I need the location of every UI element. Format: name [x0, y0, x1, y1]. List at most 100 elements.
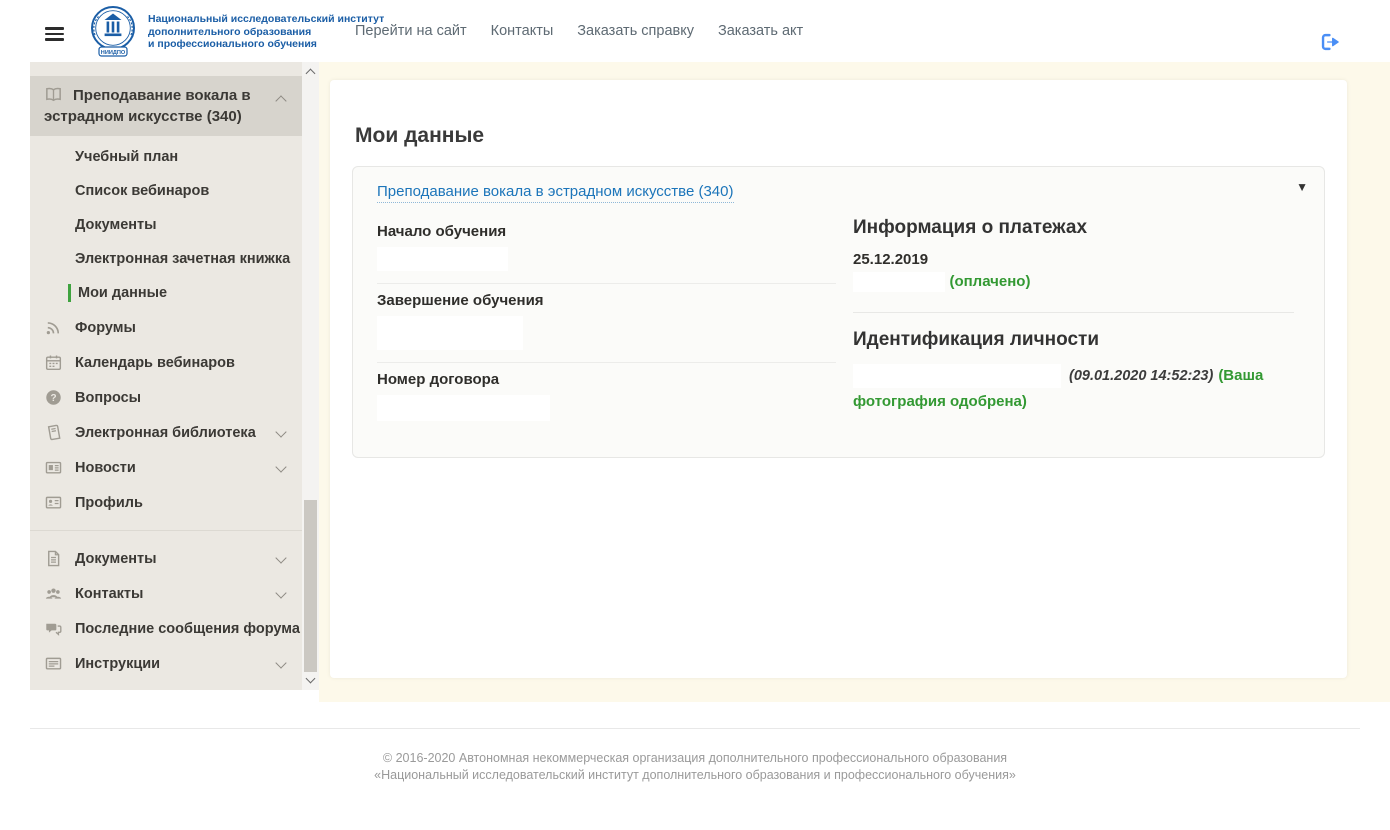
- institute-logo[interactable]: НИИДПО Национальный исследовательский ин…: [86, 4, 384, 60]
- main-content-area: Мои данные ▼ Преподавание вокала в эстра…: [319, 62, 1390, 702]
- sidebar-item-curriculum[interactable]: Учебный план: [30, 140, 302, 174]
- scroll-up-arrow-icon[interactable]: [305, 68, 316, 79]
- sidebar-item-instructions[interactable]: Инструкции: [30, 646, 302, 681]
- footer-institute-line: «Национальный исследовательский институт…: [374, 768, 1016, 782]
- sidebar-item-label: Новости: [75, 459, 136, 476]
- program-data-card: ▼ Преподавание вокала в эстрадном искусс…: [352, 166, 1325, 458]
- chevron-down-icon: [275, 587, 287, 599]
- chevron-down-icon: [275, 426, 287, 438]
- calendar-icon: [45, 355, 62, 371]
- nav-contacts[interactable]: Контакты: [491, 23, 554, 39]
- sidebar-item-webinar-list[interactable]: Список вебинаров: [30, 174, 302, 208]
- content-panel: Мои данные ▼ Преподавание вокала в эстра…: [330, 80, 1347, 678]
- library-book-icon: [47, 424, 61, 441]
- field-value-redacted: [377, 247, 508, 271]
- field-contract-number: Номер договора: [377, 363, 836, 433]
- sidebar-item-label: Форумы: [75, 319, 136, 336]
- payments-heading: Информация о платежах: [853, 217, 1088, 238]
- sidebar-item-label: Преподавание вокала в эстрадном искусств…: [44, 87, 251, 125]
- identity-timestamp: (09.01.2020 14:52:23): [1069, 368, 1214, 384]
- seal-text: НИИДПО: [101, 50, 126, 56]
- sidebar-item-news[interactable]: Новости: [30, 450, 302, 485]
- file-icon: [48, 550, 60, 567]
- sidebar-item-label: Список вебинаров: [75, 183, 210, 199]
- sidebar-item-label: Инструкции: [75, 655, 161, 672]
- chevron-down-icon: [275, 657, 287, 669]
- sidebar-scrollbar[interactable]: [302, 62, 319, 690]
- page-title: Мои данные: [355, 124, 485, 147]
- sidebar-item-latest-forum-posts[interactable]: Последние сообщения форума: [30, 611, 302, 646]
- sidebar-item-label: Документы: [75, 217, 157, 233]
- chevron-up-icon: [275, 95, 287, 107]
- program-link[interactable]: Преподавание вокала в эстрадном искусств…: [377, 183, 734, 203]
- payment-row: (оплачено): [853, 272, 1294, 292]
- sidebar-item-label: Профиль: [75, 494, 143, 511]
- sidebar-item-label: Электронная зачетная книжка: [75, 251, 291, 267]
- logout-icon[interactable]: [1318, 31, 1340, 53]
- sidebar-item-profile[interactable]: Профиль: [30, 485, 302, 520]
- sidebar-item-webinar-calendar[interactable]: Календарь вебинаров: [30, 345, 302, 380]
- top-navigation: Перейти на сайт Контакты Заказать справк…: [355, 0, 803, 62]
- forum-waves-icon: [46, 322, 60, 335]
- question-icon: ?: [46, 390, 61, 405]
- payment-amount-redacted: [853, 272, 945, 292]
- open-book-icon: [46, 87, 61, 102]
- instructions-list-icon: [45, 657, 62, 670]
- field-label: Завершение обучения: [377, 292, 544, 309]
- sidebar-item-documents[interactable]: Документы: [30, 208, 302, 242]
- chevron-down-icon: [275, 461, 287, 473]
- sidebar-item-forums[interactable]: Форумы: [30, 310, 302, 345]
- footer-copyright-line: © 2016-2020 Автономная некоммерческая ор…: [382, 751, 1008, 765]
- identity-name-redacted: [853, 364, 1061, 389]
- sidebar-item-label: Документы: [75, 550, 157, 567]
- hamburger-menu-icon[interactable]: [45, 27, 64, 41]
- sidebar-item-label: Мои данные: [78, 285, 168, 301]
- institute-name: Национальный исследовательский институт …: [148, 13, 385, 50]
- sidebar-item-label: Контакты: [75, 585, 144, 602]
- field-label: Номер договора: [377, 371, 500, 388]
- collapse-caret-icon[interactable]: ▼: [1296, 180, 1308, 194]
- sidebar-item-course[interactable]: Преподавание вокала в эстрадном искусств…: [30, 76, 302, 136]
- field-value-redacted: [377, 316, 523, 350]
- sidebar-item-contacts[interactable]: Контакты: [30, 576, 302, 611]
- identity-heading: Идентификация личности: [853, 329, 1100, 350]
- payment-status: (оплачено): [949, 273, 1031, 291]
- card-divider: [853, 312, 1294, 313]
- institute-seal-icon: НИИДПО: [91, 6, 135, 57]
- sidebar-divider: [30, 530, 302, 531]
- sidebar-item-my-data[interactable]: Мои данные: [30, 276, 302, 310]
- chevron-down-icon: [275, 552, 287, 564]
- field-value-redacted: [377, 395, 550, 421]
- footer-divider: [30, 728, 1360, 729]
- scrollbar-thumb[interactable]: [304, 500, 317, 672]
- sidebar-item-label: Вопросы: [75, 389, 142, 406]
- nav-order-act[interactable]: Заказать акт: [718, 23, 803, 39]
- people-group-icon: [45, 588, 62, 599]
- id-card-icon: [45, 496, 62, 509]
- nav-go-to-site[interactable]: Перейти на сайт: [355, 23, 467, 39]
- sidebar-item-documents-section[interactable]: Документы: [30, 541, 302, 576]
- card-columns: Начало обучения Завершение обучения Номе…: [377, 215, 1304, 433]
- study-fields-column: Начало обучения Завершение обучения Номе…: [377, 215, 853, 433]
- sidebar-item-label: Последние сообщения форума: [75, 620, 300, 637]
- top-header: НИИДПО Национальный исследовательский ин…: [0, 0, 1390, 62]
- sidebar-item-elibrary[interactable]: Электронная библиотека: [30, 415, 302, 450]
- sidebar-item-questions[interactable]: ? Вопросы: [30, 380, 302, 415]
- chat-bubbles-icon: [46, 623, 62, 636]
- scroll-down-arrow-icon[interactable]: [305, 673, 316, 684]
- field-label: Начало обучения: [377, 223, 507, 240]
- nav-order-certificate[interactable]: Заказать справку: [577, 23, 694, 39]
- sidebar-item-label: Календарь вебинаров: [75, 354, 235, 371]
- footer: © 2016-2020 Автономная некоммерческая ор…: [0, 750, 1390, 784]
- svg-text:?: ?: [50, 393, 56, 404]
- course-submenu: Учебный план Список вебинаров Документы …: [30, 136, 302, 310]
- status-column: Информация о платежах 25.12.2019 (оплаче…: [853, 215, 1304, 433]
- sidebar-item-gradebook[interactable]: Электронная зачетная книжка: [30, 242, 302, 276]
- sidebar-item-label: Учебный план: [75, 149, 179, 165]
- identity-row: (09.01.2020 14:52:23) (Ваша фотография од…: [853, 363, 1294, 415]
- field-study-start: Начало обучения: [377, 215, 836, 284]
- payment-date: 25.12.2019: [853, 251, 929, 268]
- sidebar: Преподавание вокала в эстрадном искусств…: [30, 62, 302, 690]
- sidebar-item-label: Электронная библиотека: [75, 424, 256, 441]
- field-study-end: Завершение обучения: [377, 284, 836, 363]
